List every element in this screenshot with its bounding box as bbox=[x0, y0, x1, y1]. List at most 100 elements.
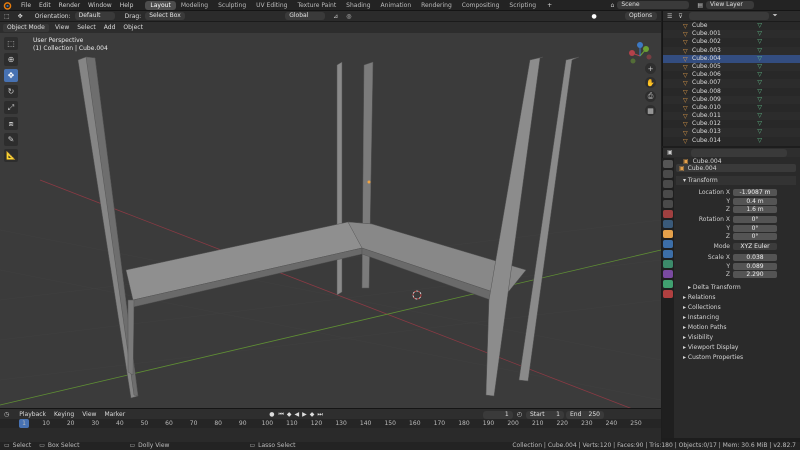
particles-tab-icon[interactable] bbox=[663, 250, 673, 258]
section-viewport-display[interactable]: ▸ Viewport Display bbox=[676, 343, 796, 352]
menu-help[interactable]: Help bbox=[116, 0, 138, 11]
jump-start-icon[interactable]: ⏮ bbox=[278, 411, 283, 419]
mesh-data-icon[interactable]: ▽ bbox=[757, 63, 762, 71]
mesh-data-icon[interactable]: ▽ bbox=[757, 55, 762, 63]
options-dropdown[interactable]: Options bbox=[625, 12, 657, 20]
section-relations[interactable]: ▸ Relations bbox=[676, 293, 796, 302]
section-instancing[interactable]: ▸ Instancing bbox=[676, 313, 796, 322]
play-reverse-icon[interactable]: ◀ bbox=[294, 411, 299, 418]
transform-orientation-dropdown[interactable]: Global bbox=[285, 12, 326, 20]
outliner-item[interactable]: ▽ Cube.012 ▽ bbox=[663, 120, 800, 128]
menu-render[interactable]: Render bbox=[55, 0, 84, 11]
timeline-menu-keying[interactable]: Keying bbox=[50, 411, 78, 418]
menu-file[interactable]: File bbox=[17, 0, 35, 11]
view-layer-selector[interactable]: View Layer bbox=[706, 1, 754, 9]
scale-x-field[interactable]: 0.038 bbox=[733, 254, 777, 261]
rotation-x-field[interactable]: 0° bbox=[733, 216, 777, 223]
funnel-icon[interactable]: ⏷ bbox=[773, 12, 778, 20]
timeline-ruler[interactable]: 1 10 20 30 40 50 60 70 80 90 100 110 120 130 140 150 160… bbox=[0, 419, 661, 428]
outliner-search-input[interactable] bbox=[688, 12, 769, 20]
outliner-item[interactable]: ▽ Cube.002 ▽ bbox=[663, 38, 800, 46]
tool-tab-icon[interactable] bbox=[663, 160, 673, 168]
mesh-data-icon[interactable]: ▽ bbox=[757, 104, 762, 112]
menu-window[interactable]: Window bbox=[84, 0, 116, 11]
drag-dropdown[interactable]: Select Box bbox=[145, 12, 186, 20]
section-custom-properties[interactable]: ▸ Custom Properties bbox=[676, 353, 796, 362]
location-y-field[interactable]: 0.4 m bbox=[733, 198, 777, 205]
outliner-editor-icon[interactable]: ☰ bbox=[667, 13, 672, 20]
tab-shading[interactable]: Shading bbox=[341, 1, 375, 10]
outliner-item[interactable]: ▽ Cube.013 ▽ bbox=[663, 128, 800, 137]
view-menu-select[interactable]: Select bbox=[73, 24, 100, 31]
object-tab-icon[interactable] bbox=[663, 230, 673, 238]
move-cursor-icon[interactable]: ✥ bbox=[18, 13, 23, 20]
outliner-item[interactable]: ▽ Cube.006 ▽ bbox=[663, 71, 800, 79]
world-tab-icon[interactable] bbox=[663, 210, 673, 218]
outliner-item[interactable]: ▽ Cube.005 ▽ bbox=[663, 62, 800, 72]
timeline-menu-marker[interactable]: Marker bbox=[100, 411, 129, 418]
timeline-menu-playback[interactable]: Playback bbox=[15, 411, 50, 418]
view-menu-object[interactable]: Object bbox=[119, 24, 147, 31]
scale-z-field[interactable]: 2.290 bbox=[733, 271, 777, 278]
outliner-item[interactable]: ▽ Cube.007 ▽ bbox=[663, 79, 800, 88]
section-motion-paths[interactable]: ▸ Motion Paths bbox=[676, 323, 796, 332]
scale-icon[interactable]: ⤢ bbox=[4, 101, 18, 114]
tab-modeling[interactable]: Modeling bbox=[176, 1, 213, 10]
camera-icon[interactable]: ⎙ bbox=[645, 91, 656, 102]
section-visibility[interactable]: ▸ Visibility bbox=[676, 333, 796, 342]
output-tab-icon[interactable] bbox=[663, 180, 673, 188]
outliner-item[interactable]: ▽ Cube.010 ▽ bbox=[663, 104, 800, 112]
filter-icon[interactable]: ⊽ bbox=[678, 13, 682, 20]
tab-animation[interactable]: Animation bbox=[376, 1, 417, 10]
measure-icon[interactable]: 📐 bbox=[4, 149, 18, 162]
orientation-dropdown[interactable]: Default bbox=[74, 12, 115, 20]
properties-search-input[interactable] bbox=[690, 148, 787, 157]
blender-logo-icon[interactable] bbox=[3, 1, 12, 10]
grid-ortho-icon[interactable]: ▦ bbox=[645, 105, 656, 116]
render-tab-icon[interactable] bbox=[663, 170, 673, 178]
transform-icon[interactable]: ⧈ bbox=[4, 117, 18, 130]
add-workspace-button[interactable]: + bbox=[543, 2, 556, 9]
viewport-scene[interactable] bbox=[0, 22, 661, 408]
move-icon[interactable]: ✥ bbox=[4, 69, 18, 82]
tab-sculpting[interactable]: Sculpting bbox=[213, 1, 251, 10]
material-tab-icon[interactable] bbox=[663, 290, 673, 298]
mesh-data-icon[interactable]: ▽ bbox=[757, 38, 762, 46]
modifier-tab-icon[interactable] bbox=[663, 240, 673, 248]
prev-keyframe-icon[interactable]: ◆ bbox=[287, 411, 292, 418]
rotation-mode-dropdown[interactable]: XYZ Euler bbox=[733, 243, 777, 250]
tab-compositing[interactable]: Compositing bbox=[457, 1, 505, 10]
outliner-item[interactable]: ▽ Cube.004 ▽ bbox=[663, 54, 800, 63]
outliner-item[interactable]: ▽ Cube.009 ▽ bbox=[663, 95, 800, 104]
collection-tab-icon[interactable] bbox=[663, 220, 673, 228]
cursor-icon[interactable]: ⊕ bbox=[4, 53, 18, 66]
start-frame-field[interactable]: Start 1 bbox=[526, 410, 564, 419]
rotation-y-field[interactable]: 0° bbox=[733, 225, 777, 232]
mesh-data-icon[interactable]: ▽ bbox=[757, 22, 762, 30]
jump-end-icon[interactable]: ⏭ bbox=[317, 411, 322, 419]
mesh-data-icon[interactable]: ▽ bbox=[757, 112, 762, 120]
rotation-z-field[interactable]: 0° bbox=[733, 233, 777, 240]
scene-selector[interactable]: Scene bbox=[617, 1, 690, 9]
next-keyframe-icon[interactable]: ◆ bbox=[310, 411, 315, 418]
end-frame-field[interactable]: End 250 bbox=[566, 410, 604, 419]
outliner-item[interactable]: ▽ Cube ▽ bbox=[663, 22, 800, 30]
mesh-data-icon[interactable]: ▽ bbox=[757, 128, 762, 136]
select-tool-icon[interactable]: ⬚ bbox=[4, 13, 10, 20]
view-layer-tab-icon[interactable] bbox=[663, 190, 673, 198]
record-icon[interactable]: ● bbox=[269, 411, 274, 418]
3d-viewport[interactable] bbox=[0, 22, 661, 408]
mesh-data-icon[interactable]: ▽ bbox=[757, 96, 762, 104]
current-frame-field[interactable]: 1 bbox=[482, 410, 513, 419]
select-box-icon[interactable]: ⬚ bbox=[4, 37, 18, 50]
view-menu-view[interactable]: View bbox=[51, 24, 73, 31]
outliner-item[interactable]: ▽ Cube.014 ▽ bbox=[663, 137, 800, 145]
tab-rendering[interactable]: Rendering bbox=[416, 1, 457, 10]
section-collections[interactable]: ▸ Collections bbox=[676, 303, 796, 312]
data-tab-icon[interactable] bbox=[663, 280, 673, 288]
annotate-icon[interactable]: ✎ bbox=[4, 133, 18, 146]
outliner-item[interactable]: ▽ Cube.003 ▽ bbox=[663, 46, 800, 55]
outliner-item[interactable]: ▽ Cube.008 ▽ bbox=[663, 88, 800, 96]
table-mesh[interactable] bbox=[77, 56, 580, 399]
mesh-data-icon[interactable]: ▽ bbox=[757, 71, 762, 79]
